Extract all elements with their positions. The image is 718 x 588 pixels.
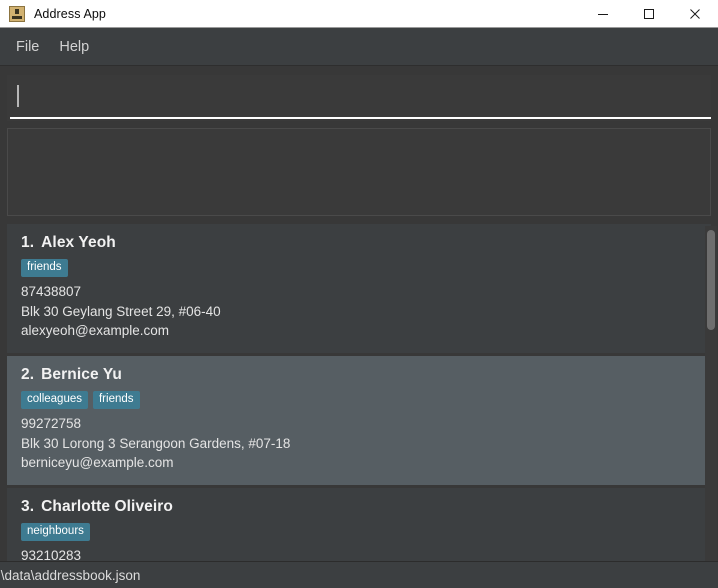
tag-badge: colleagues (21, 391, 88, 409)
person-card-index: 2. (21, 366, 34, 383)
person-card-email: berniceyu@example.com (21, 453, 697, 473)
tag-badge: friends (93, 391, 140, 409)
minimize-button[interactable] (580, 0, 626, 27)
window-controls (580, 0, 718, 27)
menu-item-file[interactable]: File (6, 34, 49, 60)
person-list-scrollbar[interactable] (705, 226, 717, 561)
command-box[interactable] (7, 75, 711, 121)
window-title: Address App (34, 7, 106, 21)
person-card[interactable]: 1. Alex Yeoh friends 87438807Blk 30 Geylang… (7, 224, 711, 353)
scrollbar-thumb[interactable] (707, 230, 715, 330)
text-caret (17, 85, 19, 107)
tag-badge: neighbours (21, 523, 90, 541)
tag-badge: friends (21, 259, 68, 277)
application-window: Address App File Help (0, 0, 718, 588)
menu-bar: File Help (0, 28, 718, 66)
person-list[interactable]: 1. Alex Yeoh friends 87438807Blk 30 Geylang… (7, 224, 711, 561)
person-card-address: Blk 30 Lorong 3 Serangoon Gardens, #07-1… (21, 434, 697, 454)
result-display-text (8, 129, 710, 141)
menu-item-help[interactable]: Help (49, 34, 99, 60)
person-card-phone: 93210283 (21, 546, 697, 561)
person-card-tags: friends (21, 259, 697, 277)
command-input[interactable] (17, 83, 703, 109)
person-card-title: 3. Charlotte Oliveiro (21, 498, 697, 516)
close-button[interactable] (672, 0, 718, 27)
person-card[interactable]: 3.Charlotte Oliveironeighbours93210283Bl… (7, 488, 711, 561)
person-card-index: 1. (21, 234, 34, 251)
person-card-phone: 87438807 (21, 282, 697, 302)
status-bar: .\data\addressbook.json (0, 561, 718, 588)
title-bar-left: Address App (0, 6, 580, 22)
person-card-tags: colleagues friends (21, 391, 697, 409)
person-card-tags: neighbours (21, 523, 697, 541)
person-card[interactable]: 2. Bernice Yu colleagues friends 99272758Blk… (7, 356, 711, 485)
person-card-index: 3. (21, 498, 34, 515)
person-card-name: Alex Yeoh (41, 234, 116, 251)
title-bar: Address App (0, 0, 718, 28)
address-book-icon (9, 6, 25, 22)
person-card-email: alexyeoh@example.com (21, 321, 697, 341)
person-card-address: Blk 30 Geylang Street 29, #06-40 (21, 302, 697, 322)
status-bar-file-path: .\data\addressbook.json (0, 568, 140, 583)
person-card-title: 2. Bernice Yu (21, 366, 697, 384)
maximize-button[interactable] (626, 0, 672, 27)
command-input-underline (10, 117, 711, 119)
person-card-name: Charlotte Oliveiro (41, 498, 173, 515)
person-card-phone: 99272758 (21, 414, 697, 434)
person-card-name: Bernice Yu (41, 366, 122, 383)
result-display-box (7, 128, 711, 216)
person-list-panel: 1. Alex Yeoh friends 87438807Blk 30 Geylang… (0, 224, 718, 561)
person-card-title: 1. Alex Yeoh (21, 234, 697, 252)
